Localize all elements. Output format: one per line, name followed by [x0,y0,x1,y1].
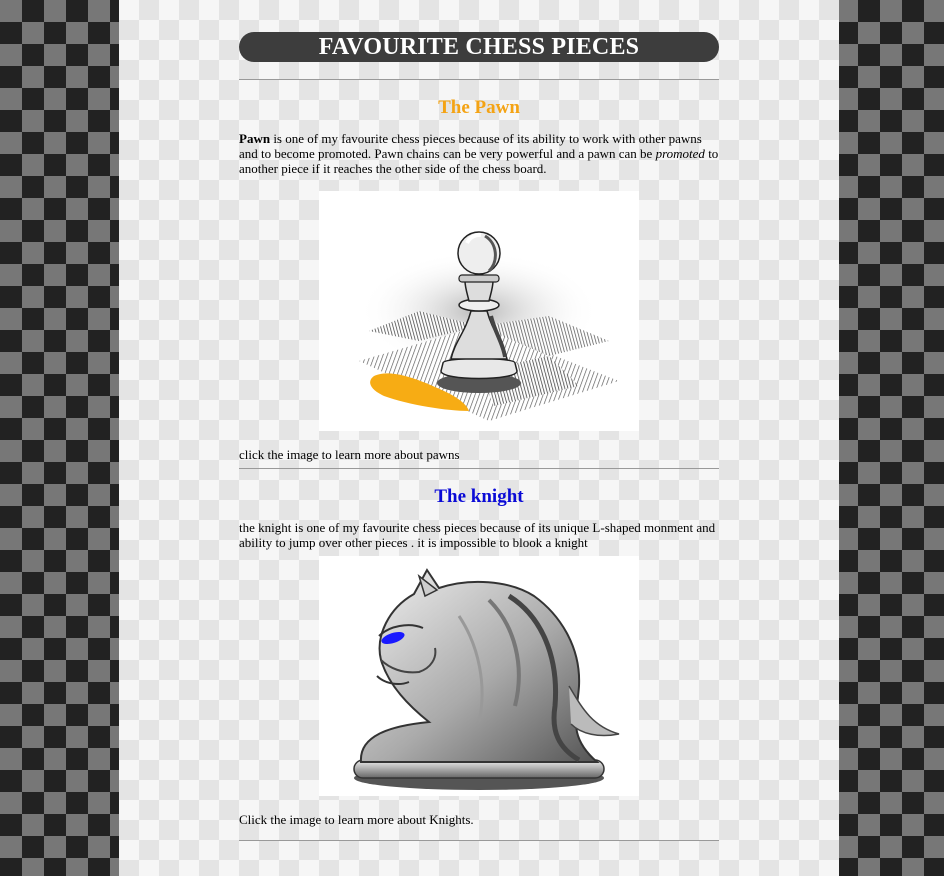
pawn-image-link[interactable] [319,191,639,431]
pawn-description: Pawn is one of my favourite chess pieces… [239,131,719,176]
pawn-bold-word: Pawn [239,131,271,146]
knight-description: the knight is one of my favourite chess … [239,520,716,550]
knight-heading: The knight [434,486,524,507]
pawn-italic-word: promoted [655,146,705,161]
page-column: FAVOURITE CHESS PIECES The Pawn Pawn is … [119,0,839,876]
page-title: FAVOURITE CHESS PIECES [239,32,719,62]
knight-image [353,568,620,790]
main-content: FAVOURITE CHESS PIECES The Pawn Pawn is … [239,32,719,841]
knight-image-link[interactable] [319,556,639,796]
pawn-text-a: is one of my favourite chess pieces beca… [239,131,702,161]
knight-caption: Click the image to learn more about Knig… [239,812,474,827]
divider [239,840,719,841]
pawn-heading: The Pawn [438,97,520,118]
pawn-caption: click the image to learn more about pawn… [239,447,460,462]
pawn-image [359,231,619,421]
